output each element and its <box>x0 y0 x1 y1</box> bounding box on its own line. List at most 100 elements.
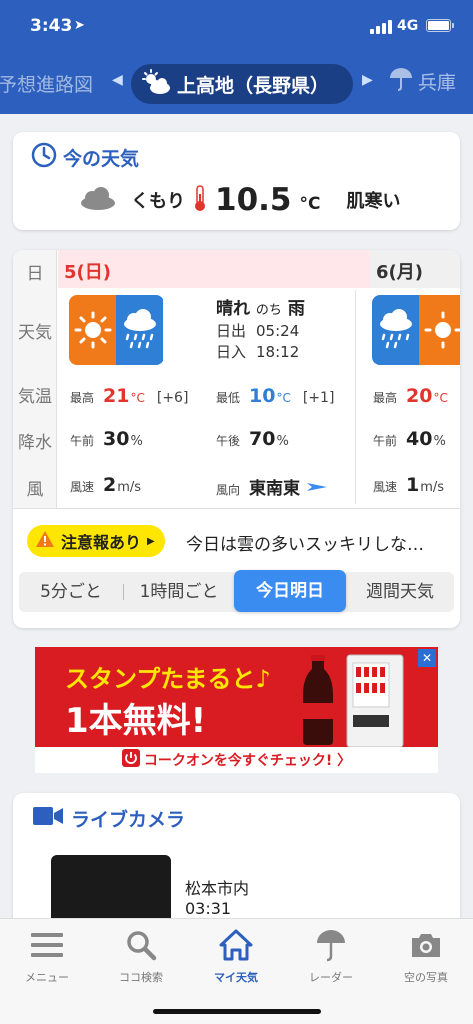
live-camera-title-text: ライブカメラ <box>71 809 186 831</box>
clock-icon <box>31 142 57 173</box>
status-time: 3:43 <box>30 16 73 36</box>
current-feeling: 肌寒い <box>346 191 401 212</box>
current-location-pill[interactable]: 上高地（長野県） <box>131 64 353 104</box>
home-indicator[interactable] <box>153 1009 321 1014</box>
day2-precip-am-value: 40 <box>406 428 433 450</box>
day1-weather-text: 晴れ のち 雨 <box>216 294 305 319</box>
row-label-temp: 気温 <box>18 387 52 407</box>
wind-speed-label: 風速 <box>70 480 95 494</box>
location-arrow-icon: ➤ <box>74 18 85 33</box>
row-label-wind: 風 <box>26 480 44 500</box>
current-temperature: 10.5 <box>215 182 292 218</box>
nav-sky-photos[interactable]: 空の写真 <box>379 927 473 985</box>
rain-then-sun-icon <box>372 295 460 365</box>
wind-speed-unit: m/s <box>117 480 142 495</box>
day2-max-temp-label: 最高 <box>373 391 398 405</box>
row-label-weather: 天気 <box>18 323 52 343</box>
day1-weather-connector: のち <box>255 303 282 318</box>
day2-max-temp-value: 20 <box>406 385 433 407</box>
current-condition: くもり <box>131 191 185 212</box>
sunset-line: 日入 18:12 <box>216 341 299 362</box>
min-temp-label: 最低 <box>216 391 241 405</box>
precip-pm-unit: % <box>276 434 289 449</box>
umbrella-icon <box>388 66 414 97</box>
max-temp-label: 最高 <box>70 391 95 405</box>
wind-speed-value: 2 <box>103 474 117 496</box>
day1-weather: 晴れ <box>216 299 250 319</box>
cloud-icon <box>79 185 117 215</box>
nav-radar[interactable]: レーダー <box>284 927 378 985</box>
wind-dir-label: 風向 <box>216 483 241 497</box>
ad-headline: スタンプたまると♪ <box>65 665 271 693</box>
current-temperature-unit: °C <box>299 194 321 214</box>
tab-prev-typhoon-path[interactable]: 予想進路図 <box>0 70 93 97</box>
wind-dir-value: 東南東 <box>249 479 301 499</box>
day2-wind-speed: 風速 1 m/s <box>373 474 444 496</box>
day2-header[interactable]: 6(月) <box>370 250 460 288</box>
forecast-tabs: 5分ごと 1時間ごと 今日明日 週間天気 <box>19 570 454 612</box>
battery-icon <box>426 19 454 32</box>
precip-pm-label: 午後 <box>216 434 241 448</box>
alert-chevron-icon: ▶ <box>147 535 155 547</box>
camera-time: 03:31 <box>185 899 232 918</box>
ad-banner[interactable]: スタンプたまると♪ 1本無料! ✕ <box>35 647 438 747</box>
max-temp-value: 21 <box>103 385 130 407</box>
signal-icon <box>370 20 392 34</box>
day1-weather-after: 雨 <box>287 299 305 319</box>
row-label-day: 日 <box>26 264 44 284</box>
sunset-label: 日入 <box>216 343 247 361</box>
tab-weekly[interactable]: 週間天気 <box>346 572 454 612</box>
day2-wind-speed-unit: m/s <box>420 480 445 495</box>
location-header: 予想進路図 ◀ 上高地（長野県） ▶ 兵庫 <box>0 56 473 114</box>
nav-search[interactable]: ココ検索 <box>94 927 188 985</box>
search-icon <box>94 927 188 963</box>
precip-am-label: 午前 <box>70 434 95 448</box>
day1-max-temp: 最高 21 °C [+6] <box>70 385 188 407</box>
nav-menu[interactable]: メニュー <box>0 927 94 985</box>
alert-summary[interactable]: 今日は雲の多いスッキリしな… <box>186 530 424 555</box>
ad-close-button[interactable]: ✕ <box>418 649 436 667</box>
day2-precip-am-label: 午前 <box>373 434 398 448</box>
video-camera-icon <box>33 805 63 832</box>
alert-label: 注意報あり <box>61 533 142 552</box>
current-weather-title: 今の天気 <box>31 142 139 173</box>
chevron-right-icon[interactable]: ▶ <box>362 72 373 88</box>
day1-header[interactable]: 5(日) <box>58 250 370 288</box>
day1-wind-speed: 風速 2 m/s <box>70 474 141 496</box>
nav-radar-label: レーダー <box>309 971 353 984</box>
ad-offer: 1本無料! <box>65 701 207 741</box>
precip-am-value: 30 <box>103 428 130 450</box>
current-weather-title-text: 今の天気 <box>63 148 140 170</box>
cola-bottle-icon <box>293 655 343 747</box>
umbrella-icon <box>284 927 378 963</box>
max-temp-unit: °C <box>130 391 145 405</box>
day1-wind-direction: 風向 東南東 <box>216 474 328 499</box>
nav-my-weather-label: マイ天気 <box>214 971 258 984</box>
max-temp-diff: [+6] <box>156 390 189 406</box>
ad-cta[interactable]: コークオンを今すぐチェック! 〉 <box>35 747 438 773</box>
nav-menu-label: メニュー <box>25 971 69 984</box>
precip-am-unit: % <box>130 434 143 449</box>
alert-badge[interactable]: 注意報あり ▶ <box>27 525 165 557</box>
day2-max-temp-unit: °C <box>433 391 448 405</box>
day2-precip-am-unit: % <box>433 434 446 449</box>
min-temp-value: 10 <box>249 385 276 407</box>
day2-precip-am: 午前 40 % <box>373 428 446 450</box>
status-bar: 3:43 ➤ 4G <box>0 0 473 56</box>
menu-icon <box>0 927 94 963</box>
camera-place[interactable]: 松本市内 <box>185 875 249 899</box>
chevron-left-icon[interactable]: ◀ <box>112 72 123 88</box>
tab-5min[interactable]: 5分ごと <box>19 572 123 612</box>
nav-my-weather[interactable]: マイ天気 <box>189 927 283 985</box>
sunrise-time: 05:24 <box>256 322 300 340</box>
tab-next-location[interactable]: 兵庫 <box>388 66 456 97</box>
sunset-time: 18:12 <box>256 343 300 361</box>
next-location-label: 兵庫 <box>418 72 457 94</box>
current-location-name: 上高地（長野県） <box>177 74 330 97</box>
day1-precip-pm: 午後 70 % <box>216 428 289 450</box>
tab-hourly[interactable]: 1時間ごと <box>124 572 234 612</box>
tab-today-tomorrow[interactable]: 今日明日 <box>234 570 346 612</box>
day2-wind-speed-value: 1 <box>406 474 420 496</box>
current-weather-card[interactable]: 今の天気 くもり 10.5 °C 肌寒い <box>13 132 460 230</box>
warning-icon <box>35 530 55 552</box>
